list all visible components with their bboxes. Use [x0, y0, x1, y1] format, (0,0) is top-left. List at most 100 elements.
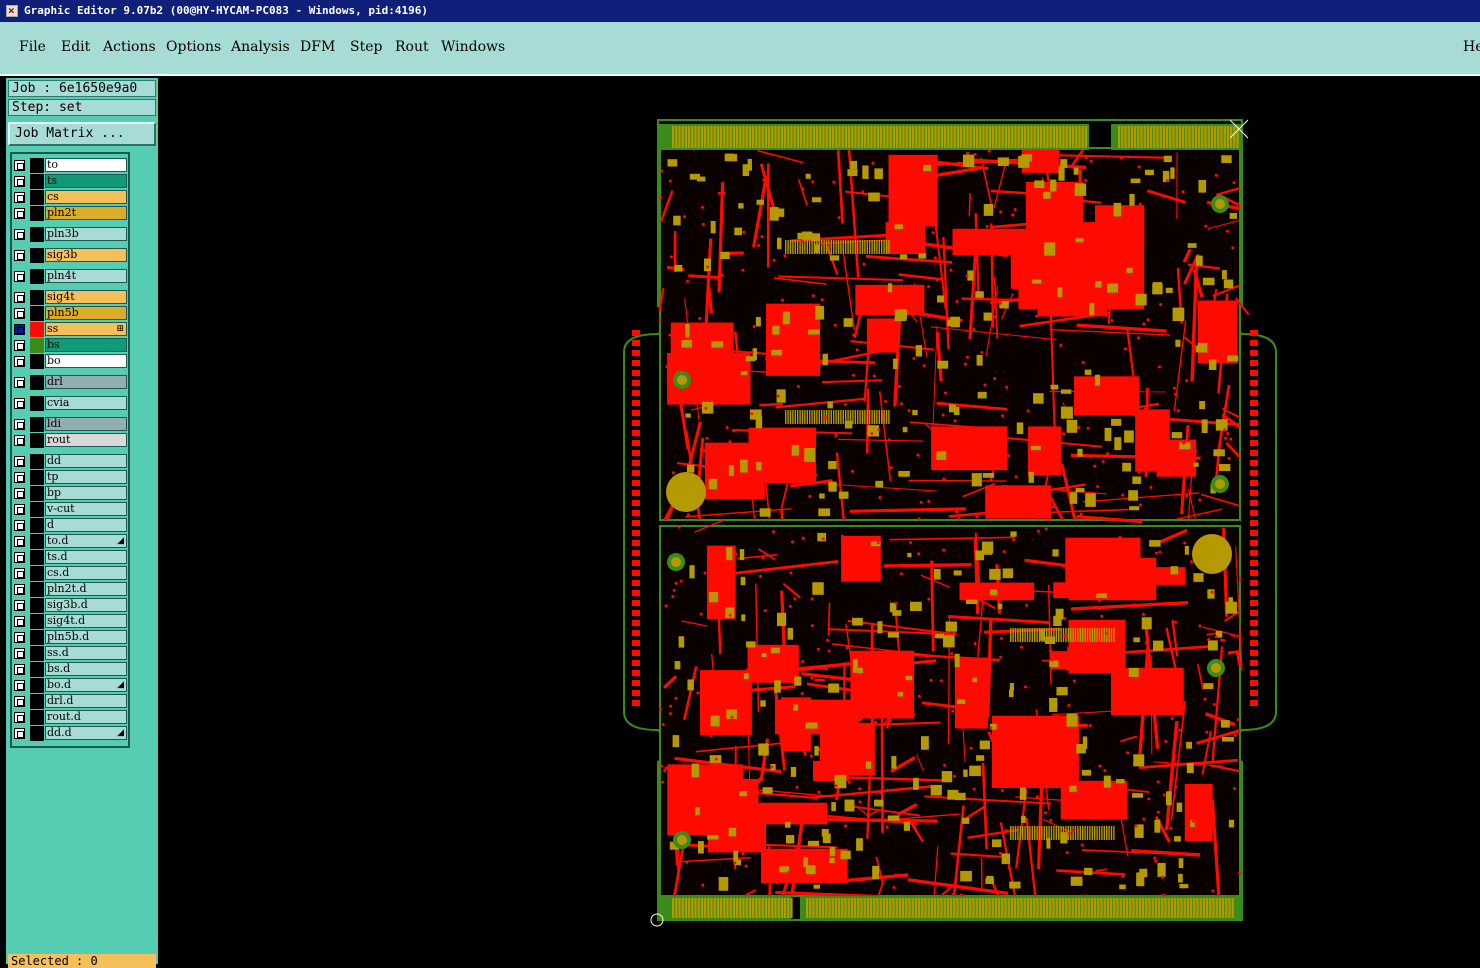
layer-color-swatch[interactable] — [30, 550, 44, 565]
layer-checkbox[interactable] — [14, 324, 25, 335]
layer-row-ts.d[interactable]: ts.d — [12, 550, 128, 565]
layer-name[interactable]: bs — [45, 338, 127, 352]
layer-row-cs[interactable]: cs — [12, 190, 128, 205]
layer-name[interactable]: pln2t.d — [45, 582, 127, 596]
layer-color-swatch[interactable] — [30, 417, 44, 432]
layer-row-sig4t.d[interactable]: sig4t.d — [12, 614, 128, 629]
layer-name[interactable]: sig4t — [45, 290, 127, 304]
layer-color-swatch[interactable] — [30, 306, 44, 321]
layer-checkbox[interactable] — [14, 398, 25, 409]
layer-color-swatch[interactable] — [30, 630, 44, 645]
layer-name[interactable]: ldi — [45, 417, 127, 431]
layer-color-swatch[interactable] — [30, 269, 44, 284]
layer-row-pln2t[interactable]: pln2t — [12, 206, 128, 221]
layer-checkbox[interactable] — [14, 271, 25, 282]
layer-color-swatch[interactable] — [30, 614, 44, 629]
layer-row-rout.d[interactable]: rout.d — [12, 710, 128, 725]
layer-row-drl[interactable]: drl — [12, 375, 128, 390]
layer-color-swatch[interactable] — [30, 470, 44, 485]
layer-row-pln3b[interactable]: pln3b — [12, 227, 128, 242]
layer-color-swatch[interactable] — [30, 190, 44, 205]
layer-checkbox[interactable] — [14, 728, 25, 739]
layer-row-dd[interactable]: dd — [12, 454, 128, 469]
layer-color-swatch[interactable] — [30, 566, 44, 581]
layer-checkbox[interactable] — [14, 377, 25, 388]
layer-row-bs[interactable]: bs — [12, 338, 128, 353]
layer-row-cvia[interactable]: cvia — [12, 396, 128, 411]
layer-checkbox[interactable] — [14, 552, 25, 563]
layer-checkbox[interactable] — [14, 435, 25, 446]
layer-color-swatch[interactable] — [30, 322, 44, 337]
layer-color-swatch[interactable] — [30, 433, 44, 448]
layer-row-ts[interactable]: ts — [12, 174, 128, 189]
menu-actions[interactable]: Actions — [103, 39, 156, 55]
layer-name[interactable]: bo — [45, 354, 127, 368]
layer-row-d[interactable]: d — [12, 518, 128, 533]
layer-row-dd.d[interactable]: dd.d◢ — [12, 726, 128, 741]
layer-color-swatch[interactable] — [30, 694, 44, 709]
layer-name[interactable]: pln4t — [45, 269, 127, 283]
layer-name[interactable]: ss⊞ — [45, 322, 127, 336]
layer-name[interactable]: bp — [45, 486, 127, 500]
layer-checkbox[interactable] — [14, 632, 25, 643]
layer-color-swatch[interactable] — [30, 502, 44, 517]
layer-checkbox[interactable] — [14, 600, 25, 611]
layer-row-ldi[interactable]: ldi — [12, 417, 128, 432]
layer-row-to[interactable]: to — [12, 158, 128, 173]
layer-color-swatch[interactable] — [30, 174, 44, 189]
layer-name[interactable]: d — [45, 518, 127, 532]
layer-color-swatch[interactable] — [30, 158, 44, 173]
menu-edit[interactable]: Edit — [61, 39, 90, 55]
layer-name[interactable]: cs.d — [45, 566, 127, 580]
layer-color-swatch[interactable] — [30, 396, 44, 411]
layer-row-bo.d[interactable]: bo.d◢ — [12, 678, 128, 693]
layer-checkbox[interactable] — [14, 250, 25, 261]
layer-checkbox[interactable] — [14, 456, 25, 467]
layer-name[interactable]: dd — [45, 454, 127, 468]
layer-color-swatch[interactable] — [30, 726, 44, 741]
layer-color-swatch[interactable] — [30, 598, 44, 613]
layer-checkbox[interactable] — [14, 584, 25, 595]
layer-color-swatch[interactable] — [30, 454, 44, 469]
layer-checkbox[interactable] — [14, 696, 25, 707]
layer-color-swatch[interactable] — [30, 248, 44, 263]
layer-row-pln5b.d[interactable]: pln5b.d — [12, 630, 128, 645]
layer-checkbox[interactable] — [14, 504, 25, 515]
menu-dfm[interactable]: DFM — [300, 39, 335, 55]
layer-name[interactable]: bo.d◢ — [45, 678, 127, 692]
layer-checkbox[interactable] — [14, 648, 25, 659]
layer-checkbox[interactable] — [14, 208, 25, 219]
layer-checkbox[interactable] — [14, 340, 25, 351]
layer-name[interactable]: rout.d — [45, 710, 127, 724]
layer-checkbox[interactable] — [14, 568, 25, 579]
layer-color-swatch[interactable] — [30, 486, 44, 501]
layer-checkbox[interactable] — [14, 680, 25, 691]
layer-color-swatch[interactable] — [30, 678, 44, 693]
layer-color-swatch[interactable] — [30, 206, 44, 221]
layer-checkbox[interactable] — [14, 229, 25, 240]
layer-checkbox[interactable] — [14, 176, 25, 187]
layer-name[interactable]: rout — [45, 433, 127, 447]
layer-row-cs.d[interactable]: cs.d — [12, 566, 128, 581]
layer-checkbox[interactable] — [14, 488, 25, 499]
layer-row-bo[interactable]: bo — [12, 354, 128, 369]
layer-row-ss.d[interactable]: ss.d — [12, 646, 128, 661]
layer-row-pln5b[interactable]: pln5b — [12, 306, 128, 321]
layer-checkbox[interactable] — [14, 292, 25, 303]
layer-checkbox[interactable] — [14, 520, 25, 531]
layer-row-bs.d[interactable]: bs.d — [12, 662, 128, 677]
layer-color-swatch[interactable] — [30, 227, 44, 242]
layer-name[interactable]: ts — [45, 174, 127, 188]
layer-color-swatch[interactable] — [30, 290, 44, 305]
layer-checkbox[interactable] — [14, 192, 25, 203]
layer-color-swatch[interactable] — [30, 662, 44, 677]
layer-color-swatch[interactable] — [30, 534, 44, 549]
layer-checkbox[interactable] — [14, 419, 25, 430]
layer-row-rout[interactable]: rout — [12, 433, 128, 448]
menu-rout[interactable]: Rout — [395, 39, 429, 55]
layer-checkbox[interactable] — [14, 308, 25, 319]
layer-row-drl.d[interactable]: drl.d — [12, 694, 128, 709]
layer-checkbox[interactable] — [14, 160, 25, 171]
layer-row-to.d[interactable]: to.d◢ — [12, 534, 128, 549]
layer-name[interactable]: drl — [45, 375, 127, 389]
